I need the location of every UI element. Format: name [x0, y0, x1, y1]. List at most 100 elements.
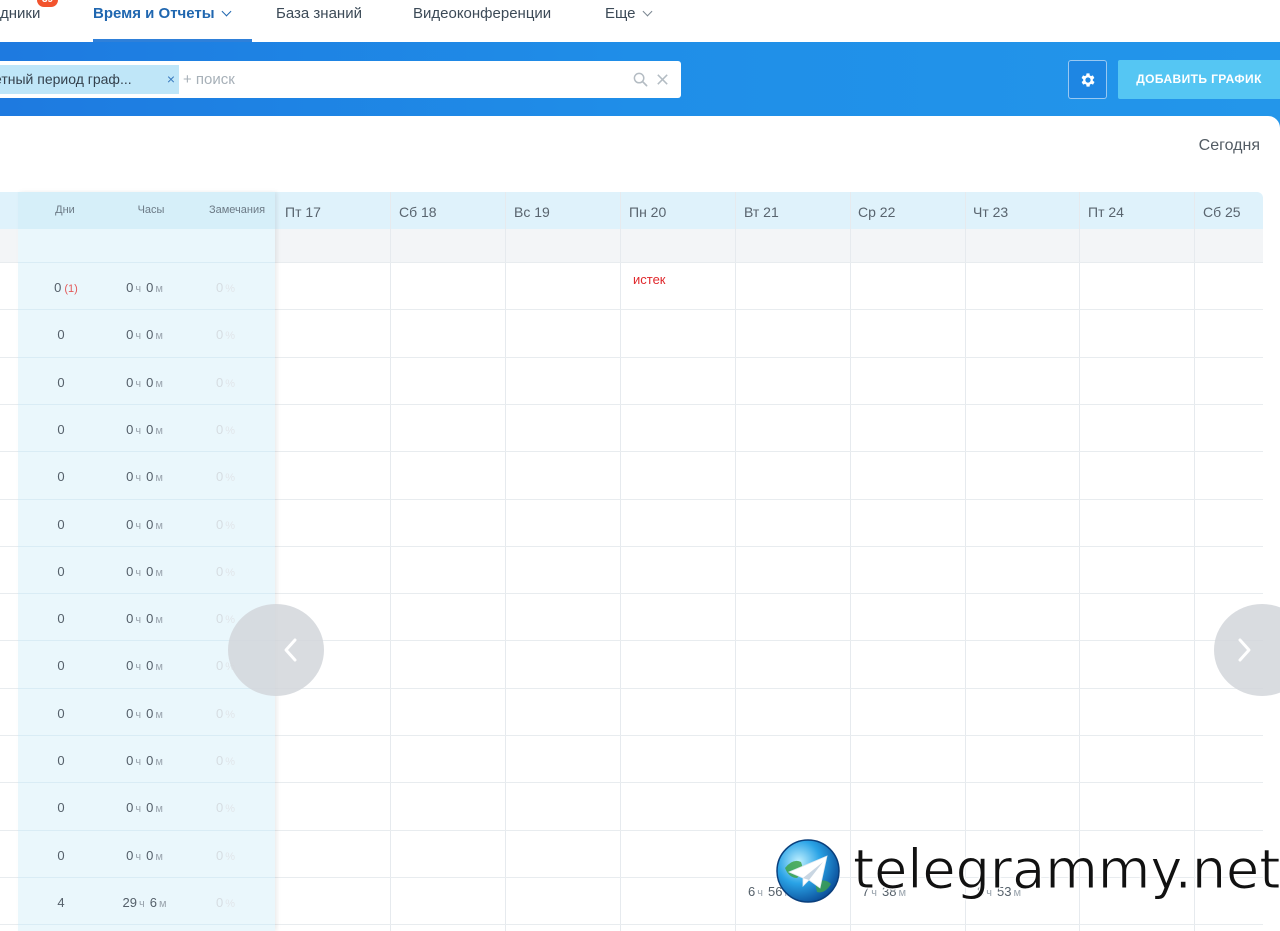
summary-column: Дни Часы Замечания [18, 192, 275, 931]
hours-value: 0 [126, 753, 134, 768]
days-value: 0 [57, 375, 65, 390]
days-cell: 0 (1) [41, 280, 91, 295]
days-value: 4 [57, 895, 65, 910]
nav-item-label: База знаний [276, 5, 362, 22]
search-input[interactable] [183, 61, 623, 98]
column-header-remarks[interactable]: Замечания [202, 204, 272, 216]
day-header: Вт 21 [744, 204, 779, 220]
remarks-cell: 0% [208, 280, 248, 295]
days-value: 0 [57, 422, 65, 437]
remarks-cell: 0% [208, 327, 248, 342]
hours-cell: 0ч0м [112, 658, 182, 673]
hour-unit: ч [135, 567, 142, 579]
clear-search-icon[interactable] [655, 72, 670, 87]
remarks-cell: 0% [208, 753, 248, 768]
day-header: Сб 25 [1203, 204, 1241, 220]
top-navigation: дники 39 Время и Отчеты База знаний Виде… [0, 0, 1280, 42]
notification-badge: 39 [37, 0, 59, 7]
percent-unit: % [225, 425, 235, 437]
minute-unit: м [155, 614, 163, 626]
percent-unit: % [225, 520, 235, 532]
hours-cell: 0ч0м [112, 611, 182, 626]
percent-unit: % [225, 851, 235, 863]
hours-value: 0 [126, 848, 134, 863]
percent-unit: % [225, 330, 235, 342]
remarks-cell: 0% [208, 848, 248, 863]
hours-value: 0 [126, 327, 134, 342]
percent-unit: % [225, 803, 235, 815]
days-cell: 0 [36, 848, 86, 863]
hours-value: 0 [126, 469, 134, 484]
minutes-value: 6 [149, 895, 157, 910]
hours-cell: 0ч0м [112, 848, 182, 863]
days-value: 0 [57, 706, 65, 721]
percent-unit: % [225, 378, 235, 390]
minutes-value: 0 [146, 848, 154, 863]
nav-item-knowledge-base[interactable]: База знаний [276, 0, 362, 42]
hours-cell: 0ч0м [112, 800, 182, 815]
settings-button[interactable] [1068, 60, 1107, 99]
days-cell: 0 [36, 469, 86, 484]
nav-item-more[interactable]: Еще [605, 0, 652, 42]
hour-unit: ч [135, 472, 142, 484]
minute-unit: м [155, 756, 163, 768]
hours-cell: 0ч0м [112, 327, 182, 342]
day-header: Чт 23 [973, 204, 1009, 220]
minutes-value: 0 [146, 564, 154, 579]
remarks-value: 0 [215, 327, 224, 342]
hour-unit: ч [135, 803, 142, 815]
days-value: 0 [57, 469, 65, 484]
days-value: 0 [57, 800, 65, 815]
days-value: 0 [57, 658, 65, 673]
hours-cell: 0ч0м [112, 706, 182, 721]
days-extra: (1) [64, 283, 78, 295]
percent-unit: % [225, 614, 235, 626]
column-header-days[interactable]: Дни [40, 204, 90, 216]
nav-item-time-reports[interactable]: Время и Отчеты [93, 0, 252, 42]
remarks-cell: 0% [208, 375, 248, 390]
nav-item-video-conferences[interactable]: Видеоконференции [413, 0, 551, 42]
hours-cell: 0ч0м [112, 375, 182, 390]
day-header: Пт 24 [1088, 204, 1124, 220]
nav-item-label: Видеоконференции [413, 5, 552, 22]
day-header: Пт 17 [285, 204, 321, 220]
days-cell: 0 [36, 517, 86, 532]
minute-unit: м [155, 567, 163, 579]
hours-value: 0 [126, 658, 134, 673]
percent-unit: % [225, 756, 235, 768]
hours-value: 0 [126, 800, 134, 815]
previous-period-button[interactable] [228, 604, 324, 696]
remarks-value: 0 [215, 517, 224, 532]
minutes-value: 0 [146, 611, 154, 626]
remove-filter-icon[interactable]: × [167, 65, 175, 94]
days-cell: 4 [36, 895, 86, 910]
nav-item-label: Время и Отчеты [93, 5, 215, 22]
filter-tag[interactable]: етный период граф... × [0, 65, 179, 94]
days-value: 0 [54, 280, 62, 295]
remarks-cell: 0% [208, 469, 248, 484]
hours-value: 0 [126, 564, 134, 579]
nav-item-employees[interactable]: дники 39 [0, 0, 59, 42]
hour-unit: ч [135, 520, 142, 532]
today-button[interactable]: Сегодня [1199, 137, 1260, 155]
remarks-value: 0 [215, 611, 224, 626]
add-schedule-button[interactable]: ДОБАВИТЬ ГРАФИК [1118, 60, 1280, 99]
days-cell: 0 [36, 611, 86, 626]
column-header-hours[interactable]: Часы [126, 204, 176, 216]
day-header: Ср 22 [858, 204, 896, 220]
remarks-cell: 0% [208, 564, 248, 579]
search-bar[interactable]: етный период граф... × [0, 61, 681, 98]
remarks-cell: 0% [208, 517, 248, 532]
percent-unit: % [225, 283, 235, 295]
remarks-value: 0 [215, 564, 224, 579]
hours-cell: 0ч0м [112, 753, 182, 768]
hours-value: 0 [126, 422, 134, 437]
hours-cell: 0ч0м [112, 422, 182, 437]
chevron-down-icon [642, 6, 652, 17]
hour-unit: ч [757, 887, 763, 899]
hour-unit: ч [135, 378, 142, 390]
minute-unit: м [155, 283, 163, 295]
search-icon[interactable] [633, 72, 648, 87]
chevron-left-icon [284, 638, 297, 662]
days-cell: 0 [36, 564, 86, 579]
